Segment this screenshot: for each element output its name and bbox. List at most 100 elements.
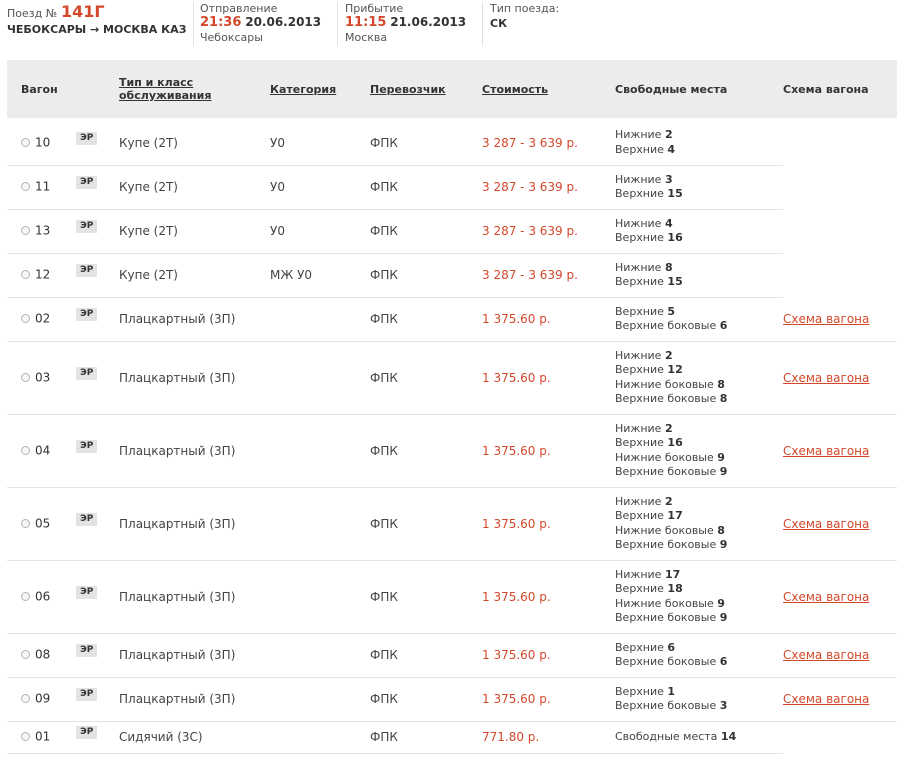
class-cell: Купе (2Т) xyxy=(119,209,270,254)
er-badge: ЭР xyxy=(76,366,98,380)
schema-cell: Схема вагона xyxy=(783,677,897,722)
table-row[interactable]: 02 ЭР Плацкартный (3П) ФПК 1 375.60 р. В… xyxy=(7,297,897,342)
carrier-cell: ФПК xyxy=(370,487,482,561)
category-cell xyxy=(270,487,370,561)
car-radio[interactable] xyxy=(21,372,30,382)
schema-link[interactable]: Схема вагона xyxy=(783,444,869,458)
car-cell[interactable]: 09 ЭР xyxy=(7,677,119,722)
schema-link[interactable]: Схема вагона xyxy=(783,312,869,326)
seats-cell: Нижние 2 Верхние 17 Нижние боковые 8 Верхни… xyxy=(615,487,783,561)
car-radio[interactable] xyxy=(21,650,30,659)
price: 3 287 - 3 639 р. xyxy=(482,224,578,238)
carrier-cell: ФПК xyxy=(370,633,482,678)
car-cell[interactable]: 06 ЭР xyxy=(7,560,119,634)
price-cell: 1 375.60 р. xyxy=(482,560,615,634)
car-cell[interactable]: 01 ЭР xyxy=(7,721,119,754)
schema-link[interactable]: Схема вагона xyxy=(783,648,869,662)
er-badge: ЭР xyxy=(76,585,98,599)
col-carrier[interactable]: Перевозчик xyxy=(370,60,482,118)
price-cell: 1 375.60 р. xyxy=(482,633,615,678)
table-row[interactable]: 11 ЭР Купе (2Т) У0 ФПК 3 287 - 3 639 р. … xyxy=(7,165,897,210)
seats-cell: Верхние 5 Верхние боковые 6 xyxy=(615,297,783,342)
schema-link[interactable]: Схема вагона xyxy=(783,371,869,385)
class-cell: Купе (2Т) xyxy=(119,253,270,298)
car-radio[interactable] xyxy=(21,270,30,279)
seats-cell: Нижние 8 Верхние 15 xyxy=(615,253,783,298)
car-cell[interactable]: 05 ЭР xyxy=(7,487,119,561)
col-schema: Схема вагона xyxy=(783,82,869,96)
category-cell xyxy=(270,341,370,415)
table-row[interactable]: 09 ЭР Плацкартный (3П) ФПК 1 375.60 р. В… xyxy=(7,677,897,722)
col-wagon: Вагон xyxy=(21,82,58,96)
car-number: 10 xyxy=(35,135,51,150)
carrier-cell: ФПК xyxy=(370,253,482,298)
seats-cell: Свободные места 14 xyxy=(615,721,783,754)
seat-line: Верхние 16 xyxy=(615,231,683,244)
departure-label: Отправление xyxy=(200,2,278,15)
col-category[interactable]: Категория xyxy=(270,60,370,118)
er-badge: ЭР xyxy=(76,644,98,657)
schema-cell xyxy=(783,253,897,297)
table-row[interactable]: 01 ЭР Сидячий (3С) ФПК 771.80 р. Свободн… xyxy=(7,721,897,754)
category-cell xyxy=(270,721,370,754)
seats-cell: Верхние 6 Верхние боковые 6 xyxy=(615,633,783,678)
table-row[interactable]: 05 ЭР Плацкартный (3П) ФПК 1 375.60 р. Н… xyxy=(7,487,897,561)
price: 1 375.60 р. xyxy=(482,516,551,531)
price: 3 287 - 3 639 р. xyxy=(482,268,578,282)
schema-link[interactable]: Схема вагона xyxy=(783,517,869,531)
car-cell[interactable]: 13 ЭР xyxy=(7,209,119,254)
car-radio[interactable] xyxy=(21,137,30,147)
table-row[interactable]: 12 ЭР Купе (2Т) МЖ У0 ФПК 3 287 - 3 639 … xyxy=(7,253,897,298)
car-cell[interactable]: 08 ЭР xyxy=(7,633,119,678)
seat-line: Верхние 6 xyxy=(615,640,676,654)
seat-line: Верхние 17 xyxy=(615,509,683,522)
seats-cell: Нижние 2 Верхние 16 Нижние боковые 9 Верхни… xyxy=(615,414,783,488)
seat-line: Верхние 15 xyxy=(615,275,683,288)
seat-line: Нижние 4 xyxy=(615,216,673,230)
schema-link[interactable]: Схема вагона xyxy=(783,590,869,604)
seats-cell: Нижние 3 Верхние 15 xyxy=(615,165,783,210)
car-cell[interactable]: 12 ЭР xyxy=(7,253,119,298)
table-row[interactable]: 06 ЭР Плацкартный (3П) ФПК 1 375.60 р. Н… xyxy=(7,560,897,634)
car-cell[interactable]: 11 ЭР xyxy=(7,165,119,210)
car-number: 02 xyxy=(35,311,51,326)
schema-link[interactable]: Схема вагона xyxy=(783,692,869,706)
er-badge: ЭР xyxy=(76,308,98,321)
car-cell[interactable]: 02 ЭР xyxy=(7,297,119,342)
price-cell: 3 287 - 3 639 р. xyxy=(482,165,615,210)
table-row[interactable]: 03 ЭР Плацкартный (3П) ФПК 1 375.60 р. Н… xyxy=(7,341,897,415)
train-type-info: Тип поезда: СК xyxy=(490,2,559,30)
car-number: 01 xyxy=(35,729,51,744)
car-radio[interactable] xyxy=(21,182,30,191)
wagons-table: Вагон Тип и класс обслуживания Категория … xyxy=(7,60,897,754)
car-radio[interactable] xyxy=(21,591,30,601)
car-cell[interactable]: 04 ЭР xyxy=(7,414,119,488)
er-badge: ЭР xyxy=(76,726,98,739)
table-row[interactable]: 08 ЭР Плацкартный (3П) ФПК 1 375.60 р. В… xyxy=(7,633,897,678)
col-class[interactable]: Тип и класс обслуживания xyxy=(119,60,270,118)
category-cell: У0 xyxy=(270,209,370,254)
schema-cell: Схема вагона xyxy=(783,414,897,488)
table-row[interactable]: 04 ЭР Плацкартный (3П) ФПК 1 375.60 р. Н… xyxy=(7,414,897,488)
car-radio[interactable] xyxy=(21,694,30,703)
arrival-time: 11:15 xyxy=(345,15,387,30)
car-radio[interactable] xyxy=(21,732,30,741)
table-row[interactable]: 13 ЭР Купе (2Т) У0 ФПК 3 287 - 3 639 р. … xyxy=(7,209,897,254)
price: 3 287 - 3 639 р. xyxy=(482,135,578,150)
car-cell[interactable]: 03 ЭР xyxy=(7,341,119,415)
car-cell[interactable]: 10 ЭР xyxy=(7,121,119,166)
car-radio[interactable] xyxy=(21,226,30,235)
seat-line: Нижние 17 xyxy=(615,567,681,581)
car-radio[interactable] xyxy=(21,314,30,323)
col-cost[interactable]: Стоимость xyxy=(482,60,615,118)
schema-cell xyxy=(783,121,897,165)
category-cell xyxy=(270,560,370,634)
price-cell: 3 287 - 3 639 р. xyxy=(482,253,615,298)
table-row[interactable]: 10 ЭР Купе (2Т) У0 ФПК 3 287 - 3 639 р. … xyxy=(7,121,897,166)
train-label: Поезд № xyxy=(7,7,58,20)
seat-line: Верхние 4 xyxy=(615,142,676,156)
car-radio[interactable] xyxy=(21,445,30,455)
car-radio[interactable] xyxy=(21,518,30,528)
departure-city: Чебоксары xyxy=(200,31,263,44)
header-divider xyxy=(193,2,194,46)
